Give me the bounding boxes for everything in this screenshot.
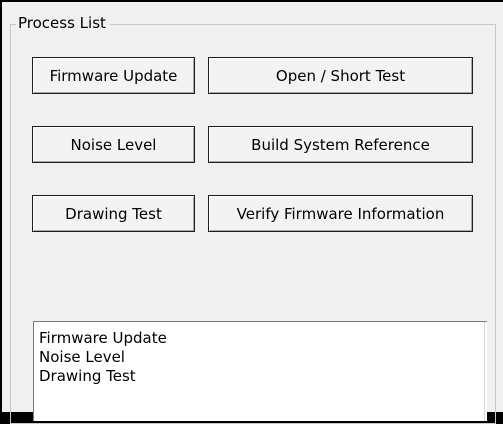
process-list-title: Process List bbox=[16, 14, 110, 32]
open-short-test-button[interactable]: Open / Short Test bbox=[208, 57, 473, 94]
drawing-test-button[interactable]: Drawing Test bbox=[32, 195, 195, 232]
process-listbox[interactable]: Firmware Update Noise Level Drawing Test bbox=[33, 321, 487, 421]
firmware-update-button[interactable]: Firmware Update bbox=[32, 57, 195, 94]
process-window: Process List Firmware Update Open / Shor… bbox=[0, 0, 503, 424]
build-system-reference-button[interactable]: Build System Reference bbox=[208, 126, 473, 163]
list-item[interactable]: Firmware Update bbox=[39, 329, 167, 348]
verify-firmware-information-button[interactable]: Verify Firmware Information bbox=[208, 195, 473, 232]
listbox-scrollbar-edge bbox=[484, 322, 487, 421]
list-item[interactable]: Noise Level bbox=[39, 348, 167, 367]
list-item[interactable]: Drawing Test bbox=[39, 367, 167, 386]
noise-level-button[interactable]: Noise Level bbox=[32, 126, 195, 163]
process-list-items: Firmware Update Noise Level Drawing Test bbox=[39, 329, 167, 386]
